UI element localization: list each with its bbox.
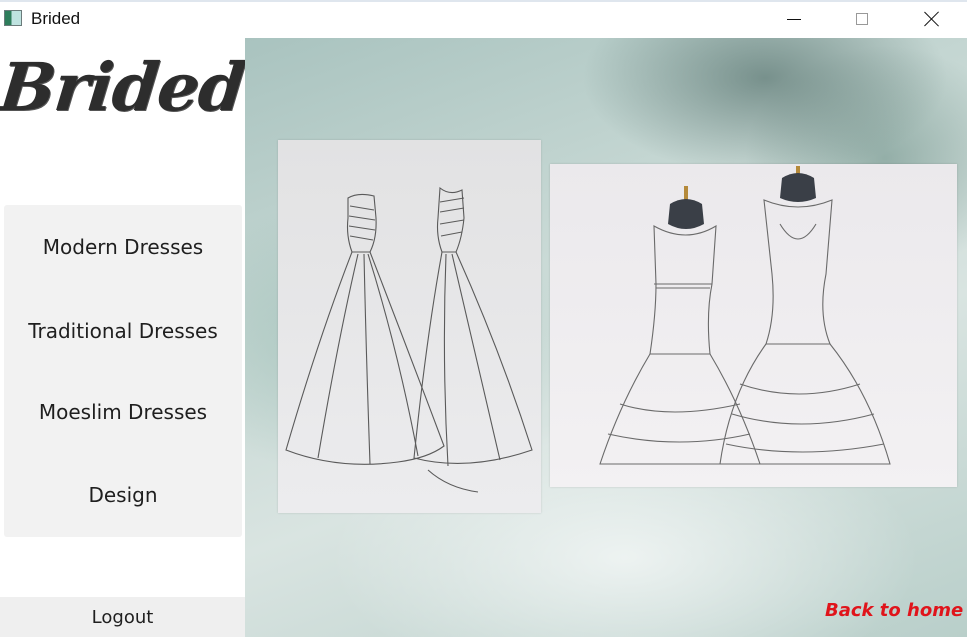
maximize-button[interactable] [828, 0, 896, 38]
window-title: Brided [31, 9, 81, 28]
design-button[interactable]: Design [4, 465, 242, 525]
minimize-icon [787, 18, 801, 20]
app-window: Brided Brided Modern Dresses Traditional… [0, 0, 967, 637]
mermaid-sketch-image [550, 164, 957, 487]
modern-dresses-button[interactable]: Modern Dresses [4, 217, 242, 277]
close-button[interactable] [898, 0, 966, 38]
logout-button[interactable]: Logout [0, 597, 245, 637]
close-icon [924, 11, 940, 27]
wedding-dress-sketch-mermaid-icon [599, 166, 891, 465]
minimize-button[interactable] [760, 0, 828, 38]
title-bar: Brided [0, 0, 967, 38]
ballgown-sketch-image [278, 140, 541, 513]
sidebar: Brided Modern Dresses Traditional Dresse… [0, 38, 249, 637]
main-content: Back to home [245, 38, 967, 637]
moeslim-dresses-button[interactable]: Moeslim Dresses [4, 382, 242, 442]
traditional-dresses-button[interactable]: Traditional Dresses [4, 301, 242, 361]
maximize-icon [856, 13, 868, 25]
app-icon [4, 10, 22, 26]
brand-logo: Brided [0, 48, 249, 126]
back-to-home-link[interactable]: Back to home [825, 600, 963, 621]
menu-panel: Modern Dresses Traditional Dresses Moesl… [4, 205, 242, 537]
wedding-dress-sketch-ballgown-icon [285, 186, 533, 493]
